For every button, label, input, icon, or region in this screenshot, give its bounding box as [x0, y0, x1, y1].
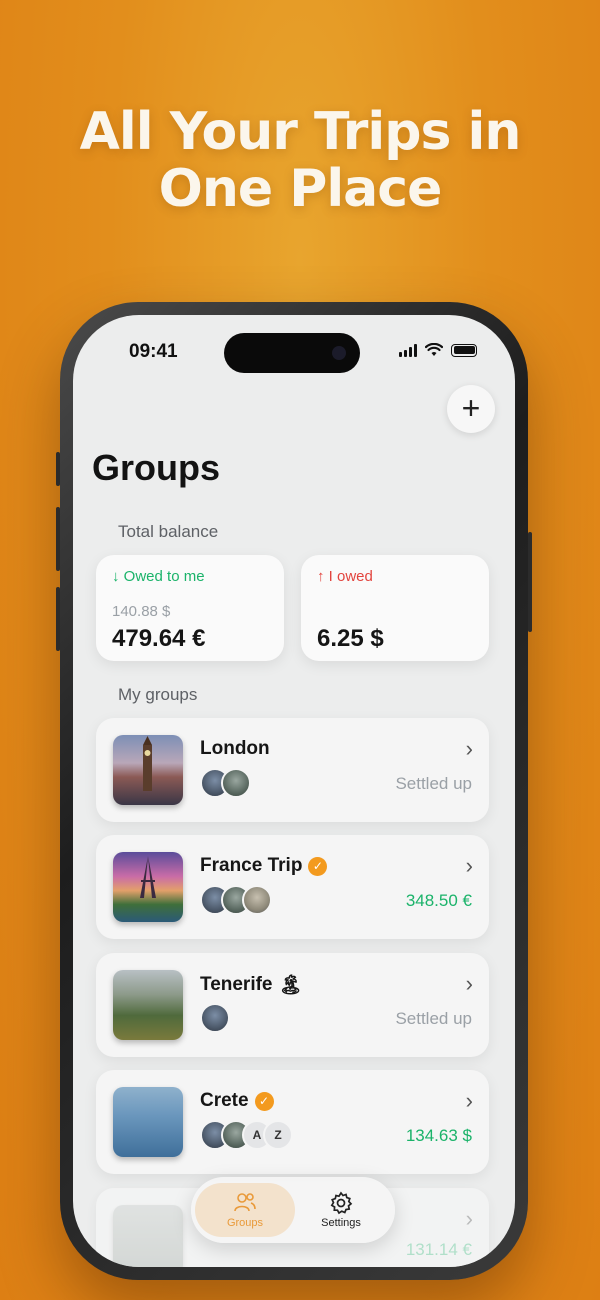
- volume-up-button: [56, 507, 60, 571]
- group-card-crete[interactable]: Crete ✓ A Z › 134.63 $: [96, 1070, 489, 1174]
- volume-down-button: [56, 587, 60, 651]
- action-button: [56, 452, 60, 486]
- page-title: Groups: [92, 447, 221, 488]
- group-thumbnail: [113, 852, 183, 922]
- group-status: Settled up: [395, 1009, 472, 1028]
- chevron-right-icon: ›: [465, 971, 473, 996]
- tab-groups[interactable]: Groups: [195, 1183, 295, 1237]
- group-name: Tenerife 🏝: [200, 974, 303, 996]
- member-avatars: [200, 1003, 230, 1033]
- i-owed-header: ↑ I owed: [317, 568, 373, 585]
- phone-frame: 09:41 + Groups Total balance ↓ Owed to m…: [56, 302, 532, 1280]
- status-bar: 09:41: [73, 315, 515, 385]
- group-card-france-trip[interactable]: France Trip ✓ › 348.50 €: [96, 835, 489, 939]
- group-name: London: [200, 738, 270, 759]
- battery-icon: [451, 343, 477, 357]
- marketing-headline: All Your Trips in One Place: [0, 104, 600, 218]
- status-time: 09:41: [129, 341, 178, 362]
- owed-to-me-label: Owed to me: [123, 568, 205, 585]
- verified-badge-icon: ✓: [254, 1091, 274, 1111]
- group-status: Settled up: [395, 774, 472, 793]
- my-groups-label: My groups: [118, 685, 198, 704]
- gear-icon: [330, 1191, 353, 1215]
- i-owed-card[interactable]: ↑ I owed 6.25 $: [301, 555, 489, 661]
- cellular-signal-icon: [399, 343, 417, 357]
- owed-to-me-header: ↓ Owed to me: [112, 568, 205, 585]
- avatar: [242, 885, 272, 915]
- member-avatars: A Z: [200, 1120, 293, 1150]
- arrow-up-icon: ↑: [317, 568, 325, 585]
- member-avatars: [200, 885, 272, 915]
- i-owed-label: I owed: [328, 568, 373, 585]
- wifi-icon: [425, 343, 443, 356]
- group-card-tenerife[interactable]: Tenerife 🏝 › Settled up: [96, 953, 489, 1057]
- island-emoji-icon: 🏝: [278, 975, 303, 996]
- chevron-right-icon: ›: [465, 1088, 473, 1113]
- group-name: Crete ✓: [200, 1090, 274, 1112]
- owed-to-me-amount: 479.64 €: [112, 625, 206, 652]
- tab-settings-label: Settings: [321, 1217, 361, 1229]
- avatar: [200, 1003, 230, 1033]
- avatar: [221, 768, 251, 798]
- member-avatars: [200, 768, 251, 798]
- app-screen: 09:41 + Groups Total balance ↓ Owed to m…: [73, 315, 515, 1267]
- verified-badge-icon: ✓: [308, 856, 328, 876]
- dynamic-island: [224, 333, 360, 373]
- group-name: France Trip ✓: [200, 855, 328, 877]
- tab-groups-label: Groups: [226, 1217, 264, 1229]
- camera-icon: [332, 346, 346, 360]
- group-thumbnail: [113, 1087, 183, 1157]
- total-balance-label: Total balance: [118, 522, 219, 541]
- group-thumbnail: [113, 735, 183, 805]
- i-owed-amount: 6.25 $: [317, 625, 384, 652]
- group-thumbnail: [113, 1205, 183, 1267]
- owed-to-me-secondary-amount: 140.88 $: [112, 603, 171, 620]
- headline-line-2: One Place: [158, 159, 443, 219]
- arrow-down-icon: ↓: [112, 568, 120, 585]
- chevron-right-icon: ›: [465, 736, 473, 761]
- group-status: 134.63 $: [405, 1126, 472, 1145]
- add-group-button[interactable]: +: [447, 385, 495, 433]
- group-thumbnail: [113, 970, 183, 1040]
- group-status: 348.50 €: [405, 891, 472, 910]
- tab-settings[interactable]: Settings: [291, 1183, 391, 1237]
- group-card-london[interactable]: London › Settled up: [96, 718, 489, 822]
- power-button: [528, 532, 532, 632]
- chevron-right-icon: ›: [465, 853, 473, 878]
- headline-line-1: All Your Trips in: [79, 102, 522, 162]
- owed-to-me-card[interactable]: ↓ Owed to me 140.88 $ 479.64 €: [96, 555, 284, 661]
- people-icon: [234, 1193, 256, 1212]
- bottom-tab-bar: Groups Settings: [191, 1177, 395, 1243]
- group-status: 131.14 €: [405, 1240, 472, 1259]
- avatar-initial: Z: [263, 1120, 293, 1150]
- chevron-right-icon: ›: [465, 1206, 473, 1231]
